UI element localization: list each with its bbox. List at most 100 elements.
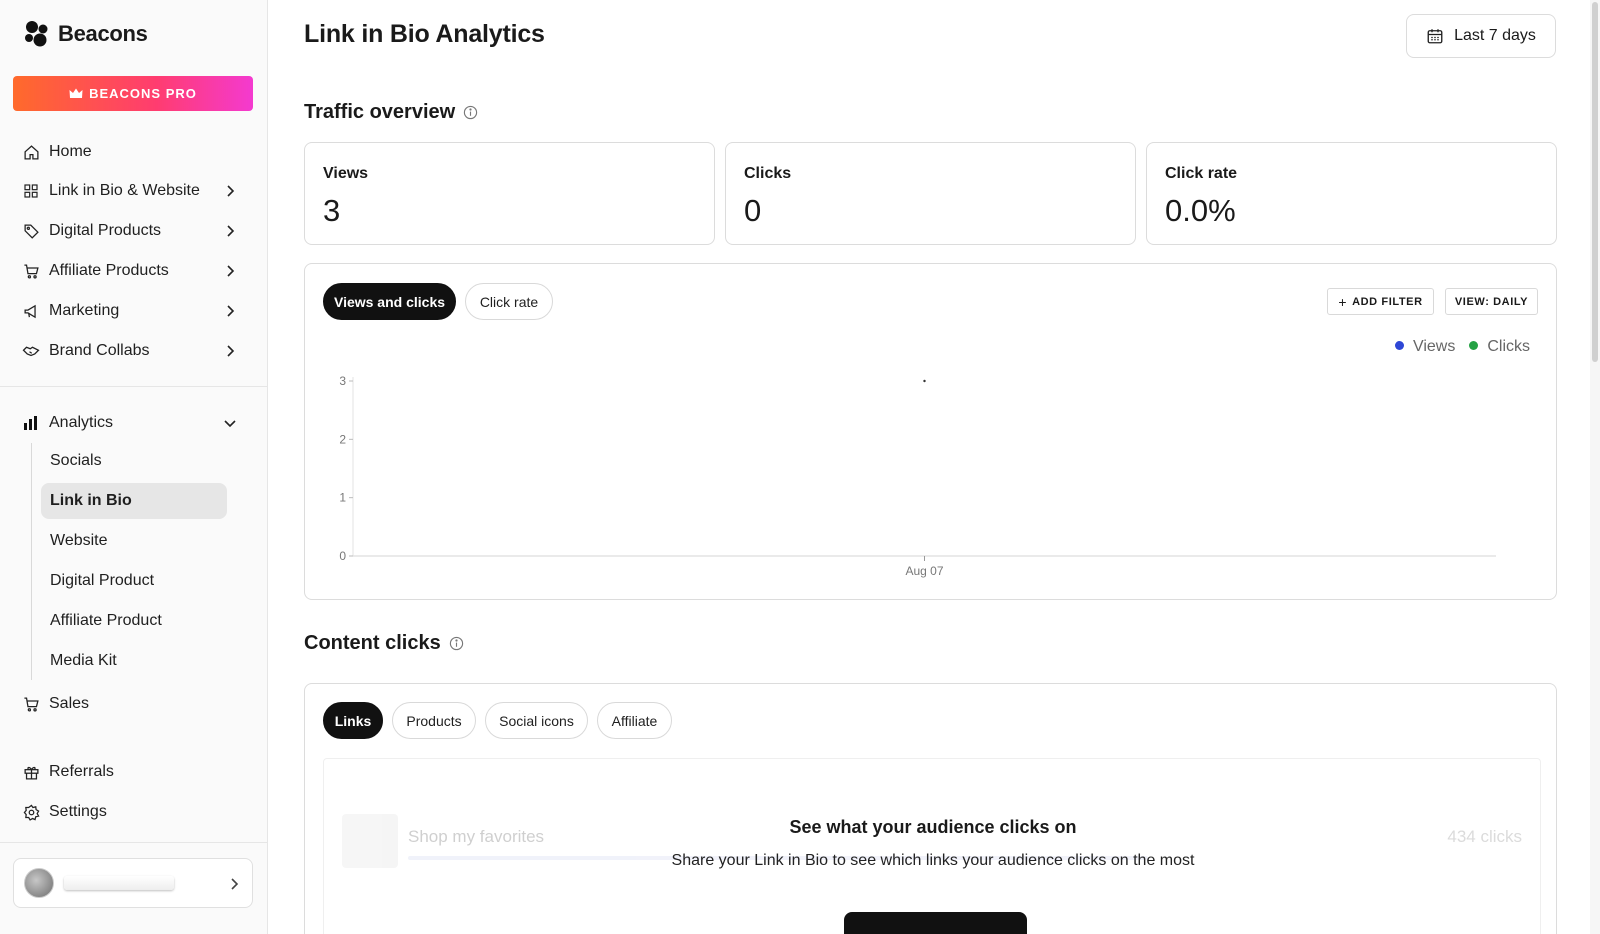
y-tick-label: 3 [339, 374, 346, 388]
brand-name: Beacons [58, 21, 148, 46]
analytics-submenu-line [31, 443, 32, 680]
content-clicks-heading: Content clicks [304, 632, 464, 655]
x-tick-label: Aug 07 [905, 564, 943, 578]
sidebar-item-label: Marketing [49, 302, 120, 319]
chart-legend: Views Clicks [1394, 338, 1530, 356]
chevron-right-icon [227, 345, 235, 357]
legend-dot [1469, 341, 1479, 351]
tab-products[interactable]: Products [392, 702, 476, 739]
crown-icon [69, 88, 83, 98]
data-point-clicks [923, 555, 925, 557]
stat-value: 0.0% [1165, 193, 1236, 228]
chevron-right-icon [227, 265, 235, 277]
account-switcher[interactable] [13, 858, 253, 908]
redacted-username [64, 876, 174, 890]
empty-state-title: See what your audience clicks on [789, 817, 1077, 837]
date-range-button[interactable]: Last 7 days [1406, 14, 1556, 58]
sidebar-item-label: Settings [49, 803, 107, 820]
tab-click-rate[interactable]: Click rate [465, 283, 553, 320]
chevron-right-icon [227, 225, 235, 237]
sidebar-item-digital-products[interactable]: Digital Products [22, 215, 244, 247]
content-clicks-panel: Shop my favorites 434 clicks See what yo… [323, 758, 1541, 934]
sidebar-item-affiliate-products[interactable]: Affiliate Products [22, 255, 244, 287]
share-link-button[interactable] [844, 912, 1027, 934]
chevron-down-icon [224, 420, 236, 428]
stat-card-clicks: Clicks 0 [725, 142, 1136, 245]
tab-affiliate[interactable]: Affiliate [597, 702, 672, 739]
chevron-right-icon [231, 878, 239, 890]
empty-state-subtitle: Share your Link in Bio to see which link… [671, 852, 1195, 869]
tab-social-icons[interactable]: Social icons [485, 702, 588, 739]
gift-icon [22, 763, 40, 781]
beacons-logo-icon [25, 21, 48, 47]
page-scrollbar[interactable] [1590, 0, 1600, 934]
add-filter-button[interactable]: + ADD FILTER [1327, 288, 1434, 315]
cart-icon [22, 262, 40, 280]
sidebar-item-label: Home [49, 143, 92, 160]
legend-item-clicks[interactable]: Clicks [1469, 338, 1530, 356]
chevron-right-icon [227, 185, 235, 197]
info-icon[interactable] [449, 636, 464, 651]
plus-icon: + [1338, 293, 1348, 310]
sidebar-item-home[interactable]: Home [22, 136, 244, 168]
grid-icon [22, 182, 40, 200]
y-tick-label: 1 [339, 491, 346, 505]
sidebar-item-label: Link in Bio & Website [49, 182, 200, 199]
sidebar-item-referrals[interactable]: Referrals [22, 756, 244, 788]
avatar [24, 868, 54, 898]
legend-label: Clicks [1487, 338, 1530, 355]
stat-label: Click rate [1165, 165, 1238, 182]
sidebar-item-settings[interactable]: Settings [22, 796, 244, 828]
sidebar-subitem-media-kit[interactable]: Media Kit [41, 643, 227, 679]
stat-label: Views [323, 165, 369, 182]
sidebar-item-sales[interactable]: Sales [22, 688, 244, 720]
data-point-views [923, 379, 926, 383]
traffic-chart-card: Views and clicks Click rate + ADD FILTER… [304, 263, 1557, 600]
view-mode-button[interactable]: VIEW: DAILY [1445, 288, 1538, 315]
sidebar-item-link-in-bio-website[interactable]: Link in Bio & Website [22, 175, 244, 207]
stat-value: 0 [744, 193, 762, 228]
beacons-pro-button[interactable]: BEACONS PRO [13, 76, 253, 111]
sidebar-subitem-link-in-bio[interactable]: Link in Bio [41, 483, 227, 519]
add-filter-label: ADD FILTER [1352, 295, 1423, 308]
sidebar-subitem-socials[interactable]: Socials [41, 443, 227, 479]
bar-chart-icon [22, 414, 40, 432]
chevron-right-icon [227, 305, 235, 317]
gear-icon [22, 803, 40, 821]
tag-icon [22, 222, 40, 240]
date-range-label: Last 7 days [1454, 27, 1536, 44]
tab-links[interactable]: Links [323, 702, 383, 739]
home-icon [22, 143, 40, 161]
info-icon[interactable] [463, 105, 478, 120]
sidebar-subitem-website[interactable]: Website [41, 523, 227, 559]
logo[interactable]: Beacons [22, 20, 148, 48]
traffic-overview-title: Traffic overview [304, 101, 456, 123]
stat-label: Clicks [744, 165, 792, 182]
sidebar-item-analytics[interactable]: Analytics [22, 407, 244, 439]
legend-dot [1394, 341, 1404, 351]
y-tick-label: 2 [339, 432, 346, 446]
sidebar-item-label: Digital Products [49, 222, 162, 239]
tab-views-and-clicks[interactable]: Views and clicks [323, 283, 456, 320]
sidebar-subitem-affiliate-product[interactable]: Affiliate Product [41, 603, 227, 639]
legend-label: Views [1412, 338, 1456, 355]
megaphone-icon [22, 302, 40, 320]
sidebar-item-label: Analytics [49, 414, 114, 431]
sidebar-item-marketing[interactable]: Marketing [22, 295, 244, 327]
stat-card-click-rate: Click rate 0.0% [1146, 142, 1557, 245]
sidebar-item-brand-collabs[interactable]: Brand Collabs [22, 335, 244, 367]
handshake-icon [22, 342, 40, 360]
sidebar-divider [0, 386, 268, 387]
sidebar-subitem-digital-product[interactable]: Digital Product [41, 563, 227, 599]
sidebar-item-label: Sales [49, 695, 90, 712]
sidebar-item-label: Referrals [49, 763, 114, 780]
content-clicks-title: Content clicks [304, 632, 441, 654]
beacons-pro-label: BEACONS PRO [89, 86, 197, 101]
page-title: Link in Bio Analytics [304, 20, 545, 48]
legend-item-views[interactable]: Views [1394, 338, 1456, 356]
y-tick-label: 0 [339, 549, 346, 563]
cart-icon [22, 695, 40, 713]
sidebar-item-label: Brand Collabs [49, 342, 150, 359]
scrollbar-thumb[interactable] [1592, 2, 1598, 362]
calendar-icon [1427, 29, 1443, 44]
